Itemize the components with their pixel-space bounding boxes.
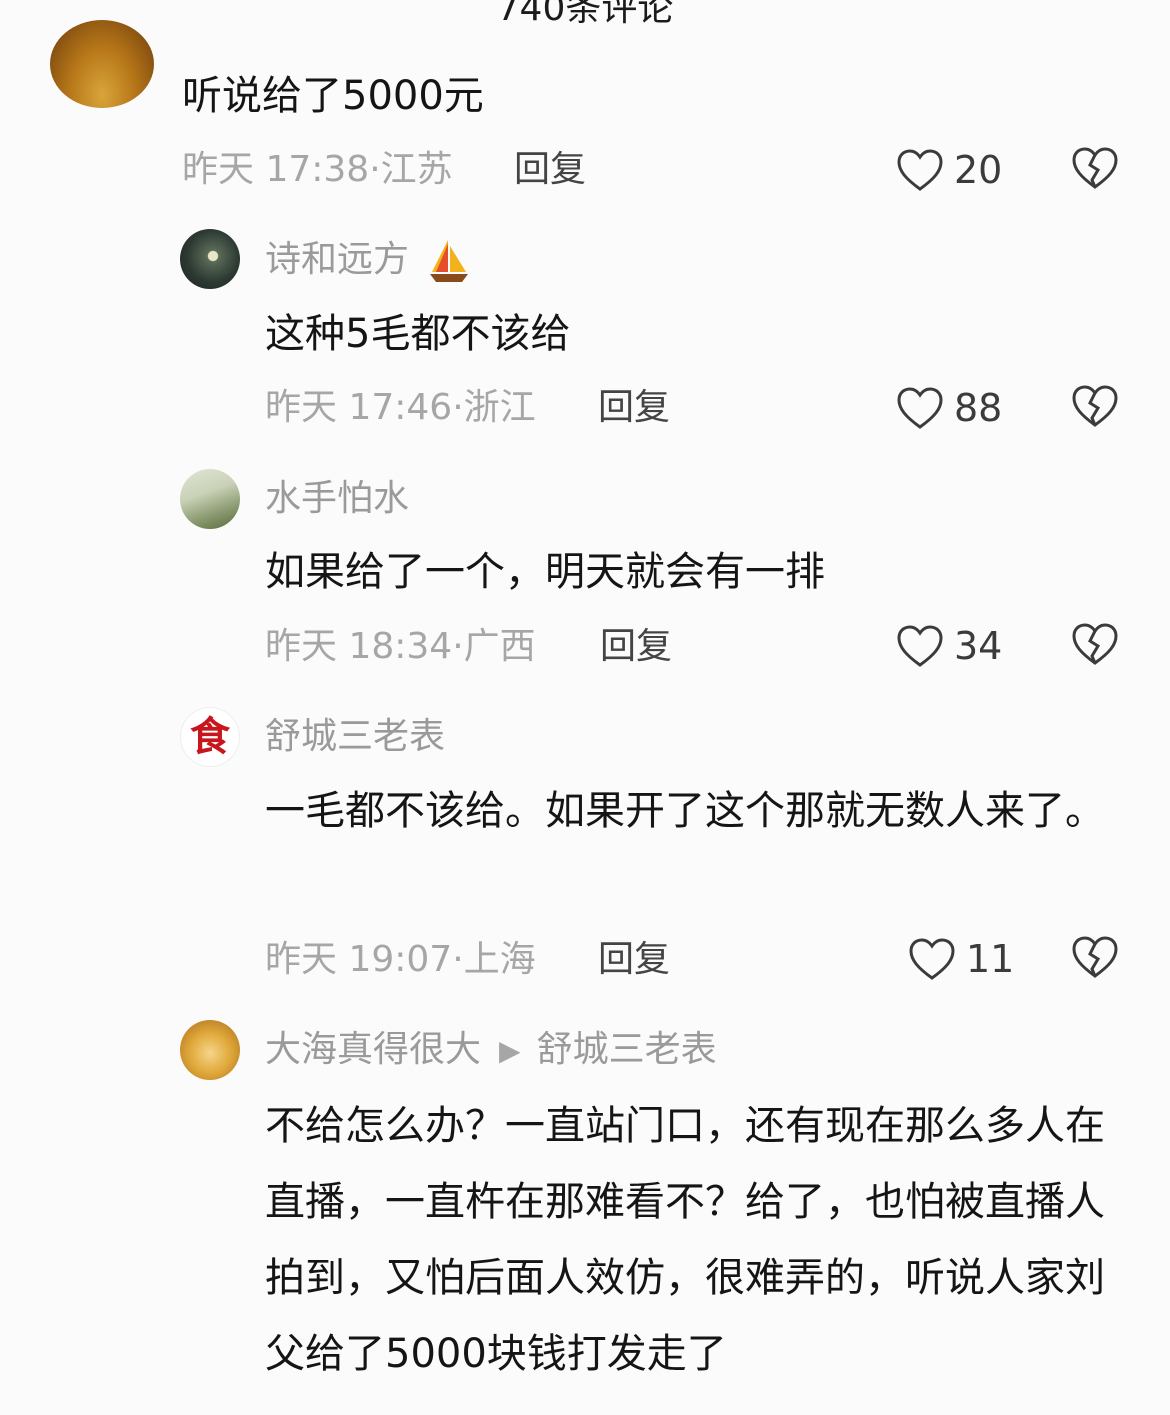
reply-button[interactable]: 回复 xyxy=(598,938,670,982)
like-count: 88 xyxy=(954,386,1003,430)
dislike-button[interactable] xyxy=(1071,146,1119,194)
comment-meta: 昨天 19:07·上海 xyxy=(265,939,536,980)
reply-button[interactable]: 回复 xyxy=(600,625,672,669)
comment-location: 上海 xyxy=(463,939,536,980)
broken-heart-icon xyxy=(1072,936,1118,978)
avatar-glyph: 食 xyxy=(190,714,230,760)
comment-time: 昨天 17:46 xyxy=(265,387,453,428)
comment-meta: 昨天 17:38·江苏 xyxy=(182,149,453,190)
comment-location: 浙江 xyxy=(463,387,536,428)
avatar[interactable] xyxy=(50,20,154,108)
comment-time: 昨天 17:38 xyxy=(182,149,370,190)
like-count: 11 xyxy=(966,937,1015,981)
dislike-button[interactable] xyxy=(1071,384,1119,432)
avatar[interactable] xyxy=(180,469,240,529)
broken-heart-icon xyxy=(1072,147,1118,189)
comment-text: 听说给了5000元 xyxy=(182,73,484,119)
comment-text: 不给怎么办？一直站门口，还有现在那么多人在直播，一直杵在那难看不？给了，也怕被直… xyxy=(265,1103,1105,1377)
reply-button[interactable]: 回复 xyxy=(598,386,670,430)
comment-time: 昨天 19:07 xyxy=(265,939,453,980)
comment-meta: 昨天 17:46·浙江 xyxy=(265,387,536,428)
avatar[interactable]: 食 xyxy=(180,707,240,767)
reply-to-username[interactable]: 舒城三老表 xyxy=(537,1029,717,1070)
comment-text: 这种5毛都不该给 xyxy=(265,311,571,357)
broken-heart-icon xyxy=(1072,623,1118,665)
reply-button[interactable]: 回复 xyxy=(514,148,586,192)
comment-text: 如果给了一个，明天就会有一排 xyxy=(265,549,825,595)
heart-icon xyxy=(897,625,943,667)
comment-meta: 昨天 18:34·广西 xyxy=(265,626,536,667)
comment-count-title: 740条评论 xyxy=(496,0,674,29)
heart-icon xyxy=(897,387,943,429)
username-text: 大海真得很大 xyxy=(265,1029,482,1070)
username[interactable]: 诗和远方 xyxy=(265,238,470,284)
comment-location: 江苏 xyxy=(380,149,453,190)
dislike-button[interactable] xyxy=(1071,622,1119,670)
sailboat-icon xyxy=(430,240,469,282)
username[interactable]: 舒城三老表 xyxy=(265,715,445,759)
comment-time: 昨天 18:34 xyxy=(265,626,453,667)
comment-location: 广西 xyxy=(463,626,536,667)
avatar[interactable] xyxy=(180,1020,240,1080)
username[interactable]: 大海真得很大 ▶ 舒城三老表 xyxy=(265,1028,717,1073)
heart-icon xyxy=(897,149,943,191)
dislike-button[interactable] xyxy=(1071,935,1119,983)
like-count: 20 xyxy=(954,148,1003,192)
broken-heart-icon xyxy=(1072,385,1118,427)
heart-icon xyxy=(909,938,955,980)
username-text: 诗和远方 xyxy=(265,239,410,280)
like-count: 34 xyxy=(954,624,1003,668)
username[interactable]: 水手怕水 xyxy=(265,477,409,521)
reply-to-arrow-icon: ▶ xyxy=(499,1034,521,1067)
comment-text: 一毛都不该给。如果开了这个那就无数人来了。 xyxy=(265,788,1105,834)
avatar[interactable] xyxy=(180,229,240,289)
